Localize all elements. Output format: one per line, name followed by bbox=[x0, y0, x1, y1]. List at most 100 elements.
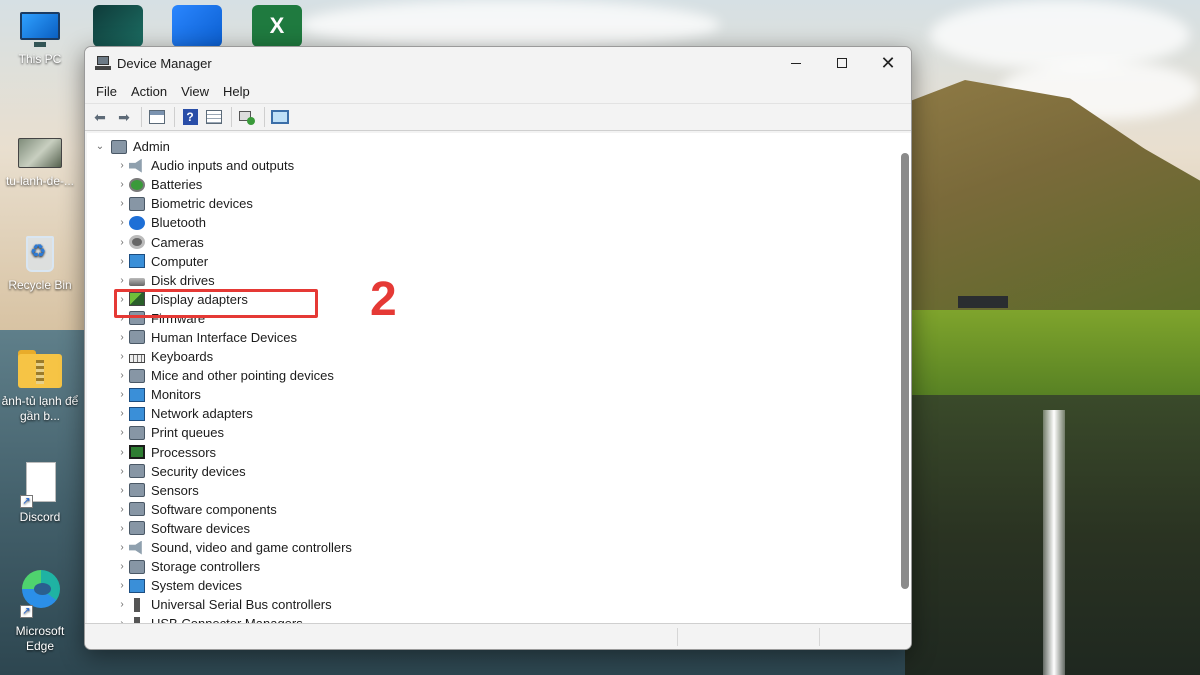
tree-item[interactable]: › Sound, video and game controllers bbox=[93, 538, 352, 557]
menu-view[interactable]: View bbox=[174, 81, 216, 102]
chevron-right-icon[interactable]: › bbox=[115, 504, 129, 515]
menu-help[interactable]: Help bbox=[216, 81, 257, 102]
status-cell bbox=[677, 628, 678, 646]
tree-item[interactable]: › Bluetooth bbox=[93, 213, 352, 232]
vertical-scrollbar[interactable] bbox=[901, 153, 909, 589]
app-shortcut-icon[interactable] bbox=[172, 5, 222, 47]
chevron-right-icon[interactable]: › bbox=[115, 332, 129, 343]
tree-item-label: Mice and other pointing devices bbox=[151, 368, 334, 384]
tree-item-label: Sensors bbox=[151, 482, 199, 498]
tree-item[interactable]: › Disk drives bbox=[93, 271, 352, 290]
wallpaper-cloud bbox=[930, 0, 1190, 70]
chevron-down-icon[interactable]: ⌄ bbox=[93, 141, 107, 152]
monitor-button[interactable] bbox=[269, 106, 291, 128]
tree-item[interactable]: › Software components bbox=[93, 500, 352, 519]
menu-file[interactable]: File bbox=[89, 81, 124, 102]
tree-root-admin[interactable]: ⌄ Admin bbox=[93, 137, 352, 156]
tree-item[interactable]: › Processors bbox=[93, 443, 352, 462]
tree-item[interactable]: › Print queues bbox=[93, 423, 352, 442]
help-button[interactable]: ? bbox=[179, 106, 201, 128]
chevron-right-icon[interactable]: › bbox=[115, 160, 129, 171]
tree-item[interactable]: › Batteries bbox=[93, 175, 352, 194]
scan-hardware-button[interactable] bbox=[236, 106, 258, 128]
desktop-icon-image-file[interactable]: tu-lanh-de-... bbox=[0, 138, 80, 189]
wallpaper-village bbox=[958, 296, 1008, 308]
chevron-right-icon[interactable]: › bbox=[115, 217, 129, 228]
tree-item[interactable]: › Storage controllers bbox=[93, 557, 352, 576]
computer-icon bbox=[111, 139, 127, 154]
hid-icon bbox=[129, 330, 145, 345]
device-tree: ⌄ Admin › Audio inputs and outputs › Batter… bbox=[93, 137, 352, 623]
chevron-right-icon[interactable]: › bbox=[115, 275, 129, 286]
tree-item[interactable]: › Computer bbox=[93, 252, 352, 271]
speaker-icon bbox=[129, 540, 142, 555]
chevron-right-icon[interactable]: › bbox=[115, 179, 129, 190]
tree-item-label: Bluetooth bbox=[151, 215, 206, 231]
forward-button[interactable]: ➡ bbox=[113, 106, 135, 128]
tree-item[interactable]: › Software devices bbox=[93, 519, 352, 538]
tree-item[interactable]: › Cameras bbox=[93, 232, 352, 251]
minimize-button[interactable] bbox=[773, 47, 819, 79]
chevron-right-icon[interactable]: › bbox=[115, 447, 129, 458]
tree-item[interactable]: › Universal Serial Bus controllers bbox=[93, 595, 352, 614]
desktop-icon-edge[interactable]: ↗ Microsoft Edge bbox=[0, 570, 80, 654]
chevron-right-icon[interactable]: › bbox=[115, 408, 129, 419]
desktop-icon-recycle-bin[interactable]: ♻ Recycle Bin bbox=[0, 234, 80, 293]
tree-item[interactable]: › Human Interface Devices bbox=[93, 328, 352, 347]
desktop-icon-label: Recycle Bin bbox=[8, 278, 72, 292]
tree-item[interactable]: › Keyboards bbox=[93, 347, 352, 366]
edge-icon: ↗ bbox=[18, 570, 62, 620]
tree-root-label: Admin bbox=[133, 139, 170, 155]
chevron-right-icon[interactable]: › bbox=[115, 370, 129, 381]
tree-item-label: Sound, video and game controllers bbox=[151, 540, 352, 556]
tree-item-label: Computer bbox=[151, 253, 209, 269]
system-device-icon bbox=[129, 578, 145, 593]
back-button[interactable]: ⬅ bbox=[89, 106, 111, 128]
computer-icon bbox=[18, 8, 62, 48]
keyboard-icon bbox=[129, 353, 145, 363]
chevron-right-icon[interactable]: › bbox=[115, 389, 129, 400]
tree-item[interactable]: › Audio inputs and outputs bbox=[93, 156, 352, 175]
menu-action[interactable]: Action bbox=[124, 81, 174, 102]
chevron-right-icon[interactable]: › bbox=[115, 351, 129, 362]
camera-icon bbox=[129, 235, 145, 250]
title-bar[interactable]: Device Manager ✕ bbox=[85, 47, 911, 79]
storage-controller-icon bbox=[129, 559, 145, 574]
arrow-left-icon: ⬅ bbox=[94, 108, 106, 125]
tree-item-label: USB Connector Managers bbox=[151, 616, 303, 623]
excel-icon[interactable]: X bbox=[252, 5, 302, 47]
tree-item[interactable]: › Sensors bbox=[93, 481, 352, 500]
show-hide-console-tree-button[interactable] bbox=[146, 106, 168, 128]
tree-item-label: Cameras bbox=[151, 234, 204, 250]
chevron-right-icon[interactable]: › bbox=[115, 523, 129, 534]
chevron-right-icon[interactable]: › bbox=[115, 427, 129, 438]
maximize-button[interactable] bbox=[819, 47, 865, 79]
tree-item[interactable]: › Mice and other pointing devices bbox=[93, 366, 352, 385]
chevron-right-icon[interactable]: › bbox=[115, 561, 129, 572]
tree-item[interactable]: › Network adapters bbox=[93, 404, 352, 423]
desktop-icon-label: tu-lanh-de-... bbox=[5, 174, 75, 188]
image-file-icon bbox=[18, 138, 62, 168]
tree-item[interactable]: › Monitors bbox=[93, 385, 352, 404]
tree-item[interactable]: › System devices bbox=[93, 576, 352, 595]
desktop-icon-label: Microsoft Edge bbox=[15, 624, 65, 653]
chevron-right-icon[interactable]: › bbox=[115, 599, 129, 610]
highlight-box-display-adapters bbox=[114, 289, 318, 318]
chevron-right-icon[interactable]: › bbox=[115, 256, 129, 267]
desktop-icon-this-pc[interactable]: This PC bbox=[0, 8, 80, 67]
filmora-app-icon[interactable] bbox=[93, 5, 143, 47]
close-button[interactable]: ✕ bbox=[865, 47, 911, 79]
tree-item[interactable]: › Security devices bbox=[93, 462, 352, 481]
properties-button[interactable] bbox=[203, 106, 225, 128]
chevron-right-icon[interactable]: › bbox=[115, 542, 129, 553]
tree-item[interactable]: › Biometric devices bbox=[93, 194, 352, 213]
chevron-right-icon[interactable]: › bbox=[115, 466, 129, 477]
desktop-icon-discord[interactable]: ↗ Discord bbox=[0, 462, 80, 525]
chevron-right-icon[interactable]: › bbox=[115, 485, 129, 496]
tree-item[interactable]: ›USB Connector Managers bbox=[93, 614, 352, 623]
software-component-icon bbox=[129, 502, 145, 517]
chevron-right-icon[interactable]: › bbox=[115, 237, 129, 248]
chevron-right-icon[interactable]: › bbox=[115, 580, 129, 591]
desktop-icon-zip-folder[interactable]: ảnh-tủ lạnh để gần b... bbox=[0, 350, 80, 424]
chevron-right-icon[interactable]: › bbox=[115, 198, 129, 209]
